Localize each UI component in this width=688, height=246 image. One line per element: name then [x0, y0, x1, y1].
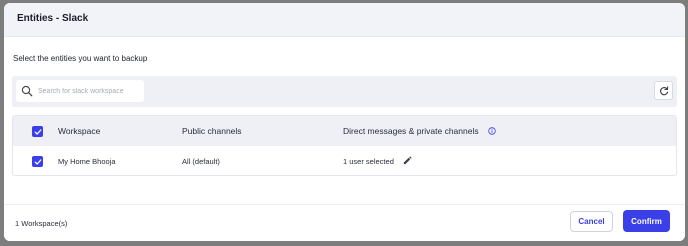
search-icon: [21, 85, 33, 97]
cancel-button[interactable]: Cancel: [570, 211, 613, 232]
column-header-direct-messages: Direct messages & private channels: [343, 126, 479, 136]
check-icon: [34, 158, 41, 165]
cell-direct-messages: 1 user selected: [343, 157, 394, 166]
search-toolbar: [12, 76, 677, 107]
column-header-public-channels: Public channels: [182, 126, 242, 136]
modal-footer: 1 Workspace(s) Cancel Confirm: [4, 204, 685, 241]
refresh-icon: [659, 85, 668, 95]
column-header-workspace: Workspace: [58, 126, 101, 136]
search-box[interactable]: [16, 80, 144, 102]
workspace-table: Workspace Public channels Direct message…: [12, 115, 677, 176]
cell-public-channels: All (default): [182, 157, 220, 166]
check-icon: [34, 128, 41, 135]
table-header: Workspace Public channels Direct message…: [13, 116, 676, 146]
workspace-count: 1 Workspace(s): [15, 219, 68, 228]
confirm-button[interactable]: Confirm: [623, 210, 670, 232]
search-input[interactable]: [38, 83, 140, 99]
entities-modal: Entities - Slack Select the entities you…: [4, 3, 685, 241]
info-icon[interactable]: [488, 127, 496, 135]
select-all-checkbox[interactable]: [32, 126, 43, 137]
pencil-icon[interactable]: [402, 155, 413, 166]
cell-workspace: My Home Bhooja: [58, 157, 116, 166]
table-row: My Home Bhooja All (default) 1 user sele…: [13, 147, 676, 176]
refresh-button[interactable]: [654, 81, 673, 100]
modal-subtitle: Select the entities you want to backup: [13, 54, 148, 63]
row-checkbox[interactable]: [32, 156, 43, 167]
modal-title: Entities - Slack: [17, 13, 89, 24]
modal-header: Entities - Slack: [4, 3, 685, 37]
